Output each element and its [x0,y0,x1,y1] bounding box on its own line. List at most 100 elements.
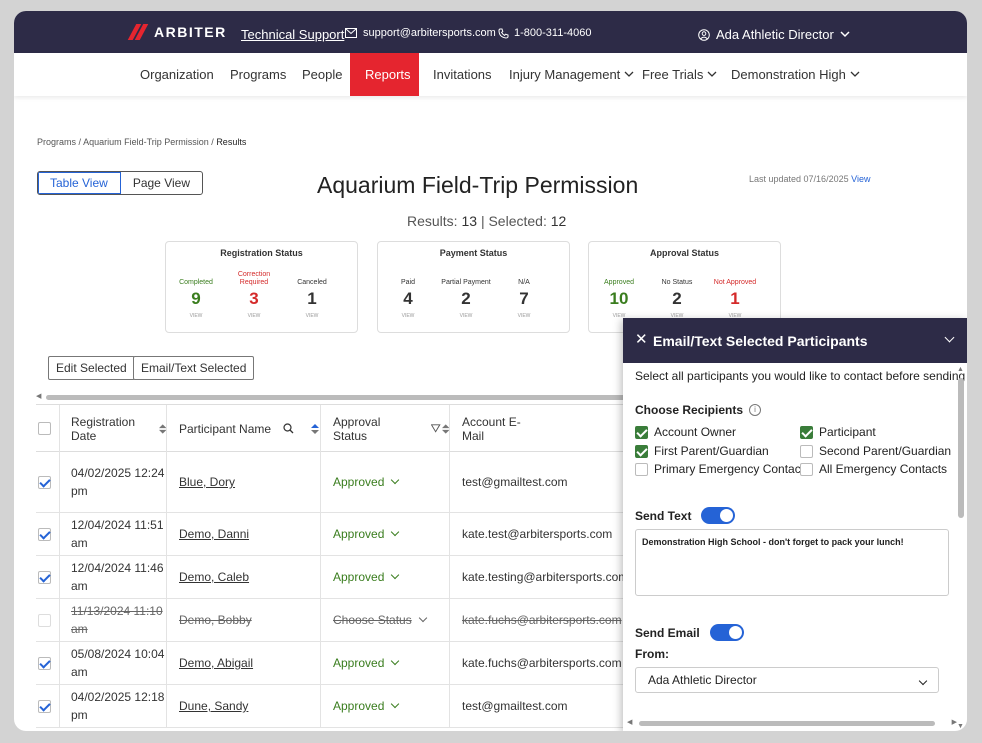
row-checkbox[interactable] [38,475,51,489]
stat-correction-required[interactable]: Correction Required 3 VIEW [224,266,284,319]
approval-status-dropdown[interactable]: Approved [321,452,450,512]
recipient-participant[interactable]: Participant [800,425,876,439]
nav-reports[interactable]: Reports [350,53,419,96]
stat-view-link[interactable]: VIEW [436,313,496,319]
nav-invitations[interactable]: Invitations [433,53,492,96]
page-view-button[interactable]: Page View [121,172,202,194]
nav-people[interactable]: People [302,53,342,96]
edit-selected-button[interactable]: Edit Selected [48,356,135,380]
scrollbar-thumb[interactable] [958,378,964,518]
recipient-checkbox[interactable] [635,425,648,439]
nav-injury-management[interactable]: Injury Management [509,53,634,96]
technical-support-link[interactable]: Technical Support [241,27,344,42]
stat-view-link[interactable]: VIEW [494,313,554,319]
table-row[interactable]: 04/02/2025 12:24 pm Blue, Dory Approved t… [36,452,636,513]
table-row[interactable]: 12/04/2024 11:51 am Demo, Danni Approved … [36,513,636,556]
text-message-input[interactable]: Demonstration High School - don't forget… [635,529,949,596]
support-phone[interactable]: 1-800-311-4060 [498,27,591,39]
row-checkbox[interactable] [38,527,51,541]
approval-status-dropdown[interactable]: Approved [321,642,450,684]
sort-icon[interactable] [158,423,166,434]
participant-name-link[interactable]: Dune, Sandy [179,697,248,715]
table-row[interactable]: 12/04/2024 11:46 am Demo, Caleb Approved … [36,556,636,599]
recipient-checkbox[interactable] [635,462,648,476]
stat-canceled[interactable]: Canceled 1 VIEW [282,266,342,319]
email-text-selected-button[interactable]: Email/Text Selected [133,356,255,380]
stat-na[interactable]: N/A 7 VIEW [494,266,554,319]
header-account-email[interactable]: Account E-Mail [450,405,636,452]
stat-approved[interactable]: Approved 10 VIEW [589,266,649,319]
table-view-button[interactable]: Table View [38,172,121,194]
breadcrumb-programs[interactable]: Programs [37,137,76,147]
approval-status-dropdown[interactable]: Approved [321,685,450,727]
search-icon[interactable] [283,423,294,434]
panel-vertical-scrollbar[interactable]: ▲ ▼ [957,366,964,730]
sort-icon[interactable] [311,423,320,434]
recipient-second-parent[interactable]: Second Parent/Guardian [800,444,951,458]
scroll-down-icon[interactable]: ▼ [957,723,964,730]
table-row[interactable]: 04/02/2025 12:18 pm Dune, Sandy Approved … [36,685,636,728]
panel-horizontal-scrollbar[interactable]: ◀ ▶ [627,719,957,727]
send-text-toggle[interactable] [701,507,736,524]
participant-name-link[interactable]: Demo, Caleb [179,568,249,586]
arbiter-logo[interactable]: ARBITER [127,24,227,40]
scrollbar-thumb[interactable] [46,395,636,400]
row-checkbox[interactable] [38,613,51,627]
nav-demonstration-high[interactable]: Demonstration High [731,53,860,96]
select-all-checkbox[interactable] [38,422,51,435]
header-approval-status[interactable]: Approval Status [321,405,450,452]
recipient-checkbox[interactable] [635,444,648,458]
participant-name-link[interactable]: Blue, Dory [179,473,235,491]
recipient-checkbox[interactable] [800,425,813,439]
stat-view-link[interactable]: VIEW [378,313,438,319]
header-participant-name[interactable]: Participant Name [167,405,321,452]
scroll-left-icon[interactable]: ◀ [627,718,632,726]
recipient-account-owner[interactable]: Account Owner [635,425,736,439]
recipient-checkbox[interactable] [800,444,813,458]
approval-status-dropdown[interactable]: Choose Status [321,599,450,641]
chevron-down-icon [391,570,400,580]
nav-organization[interactable]: Organization [140,53,214,96]
table-row[interactable]: 11/13/2024 11:10 am Demo, Bobby Choose St… [36,599,636,642]
send-email-toggle[interactable] [709,624,744,641]
stat-not-approved[interactable]: Not Approved 1 VIEW [705,266,765,319]
stat-view-link[interactable]: VIEW [224,313,284,319]
stat-partial-payment[interactable]: Partial Payment 2 VIEW [436,266,496,319]
filter-icon[interactable] [431,424,441,433]
row-checkbox[interactable] [38,699,51,713]
row-checkbox[interactable] [38,656,51,670]
close-icon[interactable]: ✕ [635,330,648,348]
scroll-up-icon[interactable]: ▲ [957,366,964,373]
row-checkbox[interactable] [38,570,51,584]
nav-programs[interactable]: Programs [230,53,286,96]
user-menu[interactable]: Ada Athletic Director [698,27,850,42]
sort-icon[interactable] [441,423,450,434]
recipient-checkbox[interactable] [800,462,813,476]
approval-status-dropdown[interactable]: Approved [321,556,450,598]
table-horizontal-scrollbar[interactable]: ◀ [36,392,636,402]
header-registration-date[interactable]: Registration Date [60,405,167,452]
approval-status-dropdown[interactable]: Approved [321,513,450,555]
stat-paid[interactable]: Paid 4 VIEW [378,266,438,319]
scroll-left-icon[interactable]: ◀ [36,392,41,400]
breadcrumb-program[interactable]: Aquarium Field-Trip Permission [83,137,209,147]
table-row[interactable]: 05/08/2024 10:04 am Demo, Abigail Approve… [36,642,636,685]
chevron-down-icon[interactable] [944,332,955,343]
from-select[interactable]: Ada Athletic Director [635,667,939,693]
scrollbar-thumb[interactable] [639,721,935,726]
support-email[interactable]: support@arbitersports.com [345,27,496,39]
recipient-primary-emergency[interactable]: Primary Emergency Contact [635,462,804,476]
stat-view-link[interactable]: VIEW [166,313,226,319]
participant-name-link[interactable]: Demo, Danni [179,525,249,543]
info-icon[interactable]: i [749,404,762,416]
recipient-first-parent[interactable]: First Parent/Guardian [635,444,769,458]
participant-name-link[interactable]: Demo, Abigail [179,654,253,672]
recipient-all-emergency[interactable]: All Emergency Contacts [800,462,947,476]
participant-name-link[interactable]: Demo, Bobby [179,611,252,629]
stat-view-link[interactable]: VIEW [282,313,342,319]
last-updated-view-link[interactable]: View [851,174,870,184]
nav-free-trials[interactable]: Free Trials [642,53,717,96]
stat-completed[interactable]: Completed 9 VIEW [166,266,226,319]
scroll-right-icon[interactable]: ▶ [952,718,957,726]
stat-no-status[interactable]: No Status 2 VIEW [647,266,707,319]
